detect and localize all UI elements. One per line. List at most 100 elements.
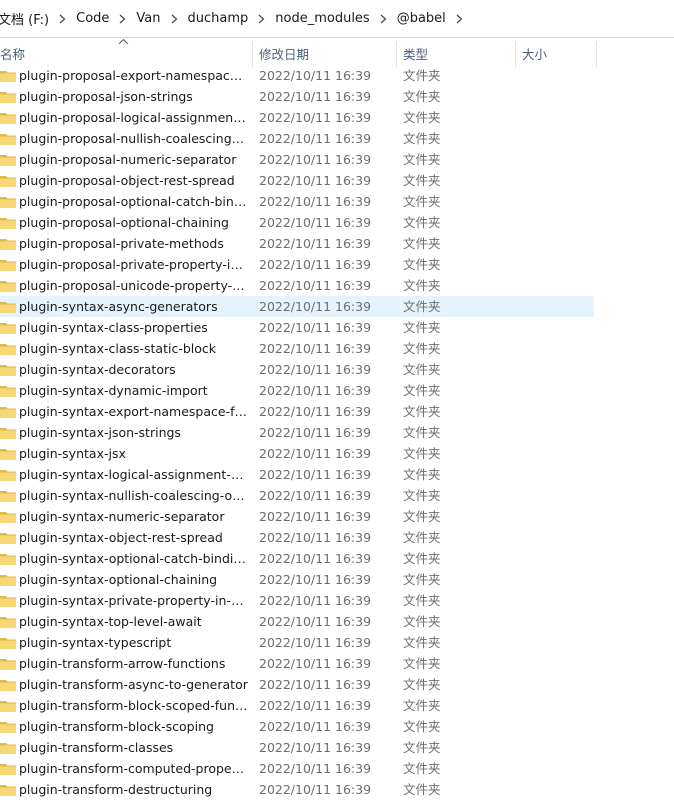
file-type: 文件夹 [403, 572, 441, 587]
file-date: 2022/10/11 16:39 [259, 362, 372, 377]
folder-icon [0, 548, 16, 569]
file-date: 2022/10/11 16:39 [259, 68, 372, 83]
file-date: 2022/10/11 16:39 [259, 782, 372, 797]
file-name: plugin-syntax-nullish-coalescing-oper... [19, 488, 248, 503]
file-name: plugin-transform-classes [19, 740, 174, 755]
chevron-right-icon[interactable] [53, 0, 72, 37]
folder-icon [0, 107, 16, 128]
file-date: 2022/10/11 16:39 [259, 614, 372, 629]
file-type: 文件夹 [403, 761, 441, 776]
file-date: 2022/10/11 16:39 [259, 656, 372, 671]
file-date: 2022/10/11 16:39 [259, 89, 372, 104]
chevron-right-icon[interactable] [252, 0, 271, 37]
folder-icon [0, 737, 16, 758]
file-row[interactable]: plugin-syntax-json-strings 2022/10/11 16:… [0, 422, 594, 443]
breadcrumb-item-duchamp[interactable]: duchamp [184, 0, 253, 37]
file-row[interactable]: plugin-syntax-logical-assignment-op... 20… [0, 464, 594, 485]
file-type: 文件夹 [403, 677, 441, 692]
file-date: 2022/10/11 16:39 [259, 761, 372, 776]
breadcrumb[interactable]: 文档 (F:) Code Van duchamp node_modules @b… [0, 0, 674, 38]
file-row[interactable]: plugin-transform-classes 2022/10/11 16:39… [0, 737, 594, 758]
file-date: 2022/10/11 16:39 [259, 278, 372, 293]
breadcrumb-item-babel[interactable]: @babel [393, 0, 450, 37]
file-name: plugin-proposal-private-property-in-... [19, 257, 248, 272]
file-row[interactable]: plugin-syntax-dynamic-import 2022/10/11 1… [0, 380, 594, 401]
file-row[interactable]: plugin-transform-block-scoping 2022/10/11… [0, 716, 594, 737]
file-type: 文件夹 [403, 551, 441, 566]
file-type: 文件夹 [403, 530, 441, 545]
file-name: plugin-syntax-class-properties [19, 320, 208, 335]
chevron-right-icon[interactable] [374, 0, 393, 37]
breadcrumb-item-node-modules[interactable]: node_modules [271, 0, 373, 37]
file-type: 文件夹 [403, 383, 441, 398]
folder-icon [0, 317, 16, 338]
file-type: 文件夹 [403, 467, 441, 482]
file-row[interactable]: plugin-syntax-numeric-separator 2022/10/1… [0, 506, 594, 527]
file-type: 文件夹 [403, 425, 441, 440]
file-date: 2022/10/11 16:39 [259, 593, 372, 608]
file-date: 2022/10/11 16:39 [259, 131, 372, 146]
folder-icon [0, 779, 16, 800]
file-row[interactable]: plugin-syntax-typescript 2022/10/11 16:39… [0, 632, 594, 653]
file-row[interactable]: plugin-proposal-unicode-property-r... 202… [0, 275, 594, 296]
file-name: plugin-proposal-optional-chaining [19, 215, 229, 230]
file-row[interactable]: plugin-transform-computed-properti... 202… [0, 758, 594, 779]
file-row[interactable]: plugin-syntax-private-property-in-obj...… [0, 590, 594, 611]
file-row[interactable]: plugin-syntax-class-static-block 2022/10/… [0, 338, 594, 359]
file-name: plugin-transform-async-to-generator [19, 677, 248, 692]
file-row[interactable]: plugin-proposal-json-strings 2022/10/11 1… [0, 86, 594, 107]
folder-icon [0, 380, 16, 401]
file-row[interactable]: plugin-transform-async-to-generator 2022/… [0, 674, 594, 695]
folder-icon [0, 632, 16, 653]
breadcrumb-item-van[interactable]: Van [132, 0, 164, 37]
file-row[interactable]: plugin-transform-arrow-functions 2022/10/… [0, 653, 594, 674]
file-date: 2022/10/11 16:39 [259, 572, 372, 587]
file-row[interactable]: plugin-syntax-async-generators 2022/10/11… [0, 296, 594, 317]
file-row[interactable]: plugin-syntax-nullish-coalescing-oper...… [0, 485, 594, 506]
file-row[interactable]: plugin-proposal-nullish-coalescing-o... 2… [0, 128, 594, 149]
chevron-right-icon[interactable] [113, 0, 132, 37]
file-name: plugin-syntax-jsx [19, 446, 126, 461]
chevron-right-icon[interactable] [165, 0, 184, 37]
file-date: 2022/10/11 16:39 [259, 635, 372, 650]
file-row[interactable]: plugin-transform-block-scoped-funct... 20… [0, 695, 594, 716]
file-type: 文件夹 [403, 194, 441, 209]
file-date: 2022/10/11 16:39 [259, 404, 372, 419]
file-type: 文件夹 [403, 173, 441, 188]
file-type: 文件夹 [403, 152, 441, 167]
file-row[interactable]: plugin-syntax-export-namespace-from 2022/… [0, 401, 594, 422]
file-type: 文件夹 [403, 320, 441, 335]
folder-icon [0, 128, 16, 149]
file-row[interactable]: plugin-syntax-object-rest-spread 2022/10/… [0, 527, 594, 548]
file-type: 文件夹 [403, 635, 441, 650]
breadcrumb-item-drive[interactable]: 文档 (F:) [0, 0, 53, 37]
file-type: 文件夹 [403, 782, 441, 797]
file-type: 文件夹 [403, 341, 441, 356]
folder-icon [0, 716, 16, 737]
file-row[interactable]: plugin-proposal-logical-assignment-... 20… [0, 107, 594, 128]
file-row[interactable]: plugin-syntax-decorators 2022/10/11 16:39… [0, 359, 594, 380]
file-row[interactable]: plugin-syntax-optional-catch-binding 2022… [0, 548, 594, 569]
file-row[interactable]: plugin-proposal-numeric-separator 2022/10… [0, 149, 594, 170]
file-row[interactable]: plugin-syntax-jsx 2022/10/11 16:39 文件夹 [0, 443, 594, 464]
file-row[interactable]: plugin-proposal-export-namespace-f... 202… [0, 65, 594, 86]
file-row[interactable]: plugin-syntax-optional-chaining 2022/10/1… [0, 569, 594, 590]
file-name: plugin-syntax-async-generators [19, 299, 218, 314]
file-row[interactable]: plugin-syntax-class-properties 2022/10/11… [0, 317, 594, 338]
breadcrumb-item-code[interactable]: Code [72, 0, 113, 37]
file-row[interactable]: plugin-proposal-private-property-in-... 2… [0, 254, 594, 275]
file-row[interactable]: plugin-transform-destructuring 2022/10/11… [0, 779, 594, 800]
file-row[interactable]: plugin-proposal-optional-catch-bindi... 2… [0, 191, 594, 212]
file-name: plugin-proposal-json-strings [19, 89, 193, 104]
file-type: 文件夹 [403, 236, 441, 251]
file-row[interactable]: plugin-syntax-top-level-await 2022/10/11 … [0, 611, 594, 632]
folder-icon [0, 443, 16, 464]
folder-icon [0, 485, 16, 506]
file-row[interactable]: plugin-proposal-object-rest-spread 2022/1… [0, 170, 594, 191]
file-name: plugin-syntax-json-strings [19, 425, 181, 440]
file-name: plugin-proposal-optional-catch-bindi... [19, 194, 248, 209]
file-row[interactable]: plugin-proposal-optional-chaining 2022/10… [0, 212, 594, 233]
chevron-right-icon[interactable] [450, 0, 469, 37]
file-row[interactable]: plugin-proposal-private-methods 2022/10/1… [0, 233, 594, 254]
file-date: 2022/10/11 16:39 [259, 215, 372, 230]
